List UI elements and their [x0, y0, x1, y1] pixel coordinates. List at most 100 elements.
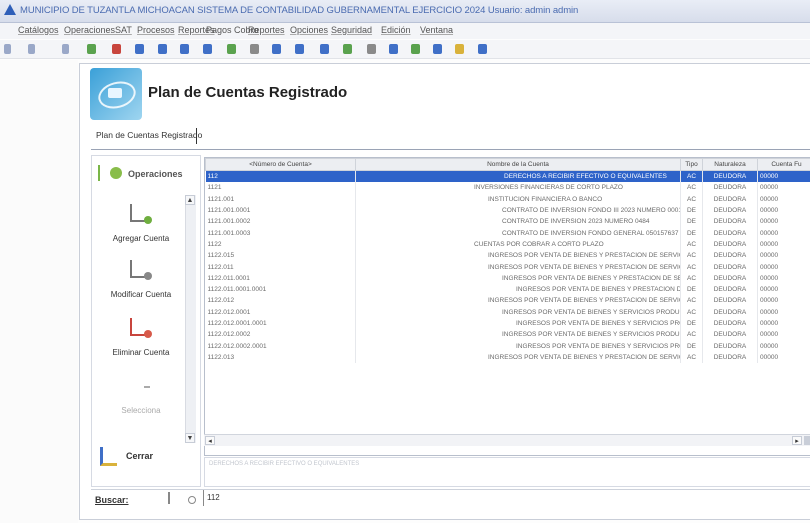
col-account-name[interactable]: Nombre de la Cuenta	[355, 158, 681, 171]
cell-account-number: 1121.001	[205, 193, 356, 205]
cell-nature: DEUDORA	[702, 351, 758, 364]
account-detail-box: DERECHOS A RECIBIR EFECTIVO O EQUIVALENT…	[204, 457, 810, 487]
menu-procesos[interactable]: Procesos	[137, 25, 175, 35]
cell-account-number: 1121.001.0003	[205, 227, 356, 239]
table-row[interactable]: 1122.011 INGRESOS POR VENTA DE BIENES Y P…	[205, 261, 810, 273]
cell-nature: DEUDORA	[702, 306, 758, 318]
table-row[interactable]: 1122.013 INGRESOS POR VENTA DE BIENES Y P…	[205, 351, 810, 364]
table-row[interactable]: 1122.012.0002.0001 INGRESOS POR VENTA DE …	[205, 340, 810, 352]
toolbar-leaf-icon[interactable]	[227, 44, 236, 54]
toolbar-lock-icon[interactable]	[135, 44, 144, 54]
search-label: Buscar:	[95, 495, 129, 505]
table-row[interactable]: 1121 INVERSIONES FINANCIERAS DE CORTO PLA…	[205, 182, 810, 194]
toolbar-ledger-icon[interactable]	[320, 44, 329, 54]
toolbar-chart-icon[interactable]	[87, 44, 96, 54]
menu-seguridad[interactable]: Seguridad	[331, 25, 372, 35]
table-row[interactable]: 1122.012.0002 INGRESOS POR VENTA DE BIENE…	[205, 329, 810, 341]
tab-plan-cuentas[interactable]: Plan de Cuentas Registrado	[96, 130, 202, 140]
toolbar-money-icon[interactable]	[112, 44, 121, 54]
cell-extra: 00000	[757, 317, 810, 330]
menu-opciones[interactable]: Opciones	[290, 25, 328, 35]
cell-account-name: CONTRATO DE INVERSION 2023 NUMERO 0484	[355, 216, 681, 228]
window-titlebar: MUNICIPIO DE TUZANTLA MICHOACAN SISTEMA …	[0, 0, 810, 23]
scroll-thumb[interactable]	[804, 436, 810, 445]
table-row[interactable]: 1122.012 INGRESOS POR VENTA DE BIENES Y P…	[205, 295, 810, 307]
operations-scroll-up[interactable]: ▲	[185, 195, 195, 205]
toolbar-info-icon[interactable]	[478, 44, 487, 54]
table-row[interactable]: 1121.001 INSTITUCION FINANCIERA O BANCO AC…	[205, 193, 810, 205]
operations-scrollbar[interactable]	[185, 195, 196, 443]
cell-type: DE	[680, 216, 703, 228]
toolbar-dollar-icon[interactable]	[203, 44, 212, 54]
table-row[interactable]: 1122.011.0001.0001 INGRESOS POR VENTA DE …	[205, 283, 810, 296]
cell-extra: 00000	[757, 306, 810, 318]
toolbar-help-icon[interactable]	[455, 44, 464, 54]
search-input[interactable]: 112	[203, 490, 384, 506]
cell-type: AC	[680, 238, 703, 251]
edit-account-icon[interactable]	[130, 260, 152, 280]
col-account-number[interactable]: <Número de Cuenta>	[205, 158, 356, 171]
table-row[interactable]: 112 DERECHOS A RECIBIR EFECTIVO O EQUIVAL…	[205, 170, 810, 183]
toolbar-users-icon[interactable]	[389, 44, 398, 54]
toolbar-grid-icon[interactable]	[4, 44, 11, 54]
toolbar-report-icon[interactable]	[295, 44, 304, 54]
toolbar-filter-icon[interactable]	[28, 44, 35, 54]
table-row[interactable]: 1121.001.0001 CONTRATO DE INVERSION FONDO…	[205, 204, 810, 217]
add-account-icon[interactable]	[130, 204, 152, 224]
table-row[interactable]: 1122 CUENTAS POR COBRAR A CORTO PLAZO AC DE…	[205, 238, 810, 251]
cell-nature: DEUDORA	[702, 295, 758, 307]
grid-horizontal-scrollbar[interactable]: ◂ ▸	[204, 434, 810, 446]
toolbar	[0, 40, 810, 59]
menu-reportes-2[interactable]: Reportes	[248, 25, 285, 35]
toolbar-calc-icon[interactable]	[250, 44, 259, 54]
operations-scroll-down[interactable]: ▼	[185, 433, 195, 443]
scroll-right-button[interactable]: ▸	[792, 436, 802, 445]
toolbar-print-icon[interactable]	[433, 44, 442, 54]
menu-ventana[interactable]: Ventana	[420, 25, 453, 35]
col-nature[interactable]: Naturaleza	[702, 158, 758, 171]
toolbar-table-icon[interactable]	[158, 44, 167, 54]
toolbar-document-icon[interactable]	[180, 44, 189, 54]
close-icon[interactable]	[100, 447, 117, 466]
table-row[interactable]: 1122.015 INGRESOS POR VENTA DE BIENES Y P…	[205, 250, 810, 262]
toolbar-gear-icon[interactable]	[343, 44, 352, 54]
cell-account-name: INGRESOS POR VENTA DE BIENES Y SERVICIOS…	[355, 306, 681, 318]
edit-account-button[interactable]: Modificar Cuenta	[96, 290, 186, 299]
menu-operaciones[interactable]: Operaciones	[64, 25, 115, 35]
toolbar-transfer-icon[interactable]	[367, 44, 376, 54]
cell-account-number: 1122.011.0001.0001	[205, 283, 356, 296]
table-row[interactable]: 1122.012.0001 INGRESOS POR VENTA DE BIENE…	[205, 306, 810, 318]
table-row[interactable]: 1122.011.0001 INGRESOS POR VENTA DE BIENE…	[205, 272, 810, 284]
menu-catalogos[interactable]: Catálogos	[18, 25, 59, 35]
menu-sat[interactable]: SAT	[115, 25, 132, 35]
page-title: Plan de Cuentas Registrado	[148, 84, 348, 101]
toolbar-book-icon[interactable]	[272, 44, 281, 54]
cell-extra: 00000	[757, 261, 810, 273]
cell-account-name: INGRESOS POR VENTA DE BIENES Y SERVICIOS…	[355, 340, 681, 352]
search-input-value: 112	[207, 493, 220, 502]
scroll-left-button[interactable]: ◂	[205, 436, 215, 445]
table-row[interactable]: 1121.001.0003 CONTRATO DE INVERSION FONDO…	[205, 227, 810, 239]
select-button[interactable]: Selecciona	[96, 406, 186, 415]
cell-account-name: DERECHOS A RECIBIR EFECTIVO O EQUIVALENT…	[355, 170, 681, 183]
delete-account-icon[interactable]	[130, 318, 152, 338]
cell-extra: 00000	[757, 272, 810, 284]
app-logo	[90, 68, 142, 120]
table-row[interactable]: 1122.012.0001.0001 INGRESOS POR VENTA DE …	[205, 317, 810, 330]
cell-account-number: 1122.011	[205, 261, 356, 273]
add-account-button[interactable]: Agregar Cuenta	[96, 234, 186, 243]
search-icon[interactable]	[188, 496, 196, 504]
select-icon[interactable]	[144, 386, 150, 388]
col-type[interactable]: Tipo	[680, 158, 703, 171]
toolbar-list-icon[interactable]	[411, 44, 420, 54]
cell-account-name: INGRESOS POR VENTA DE BIENES Y PRESTACIO…	[355, 250, 681, 262]
cell-type: AC	[680, 272, 703, 284]
delete-account-button[interactable]: Eliminar Cuenta	[96, 348, 186, 357]
cell-type: DE	[680, 227, 703, 239]
toolbar-text-icon[interactable]	[62, 44, 69, 54]
cell-extra: 00000	[757, 295, 810, 307]
col-extra[interactable]: Cuenta Fu	[757, 158, 810, 171]
close-button[interactable]: Cerrar	[126, 451, 153, 461]
table-row[interactable]: 1121.001.0002 CONTRATO DE INVERSION 2023 …	[205, 216, 810, 228]
menu-edicion[interactable]: Edición	[381, 25, 411, 35]
